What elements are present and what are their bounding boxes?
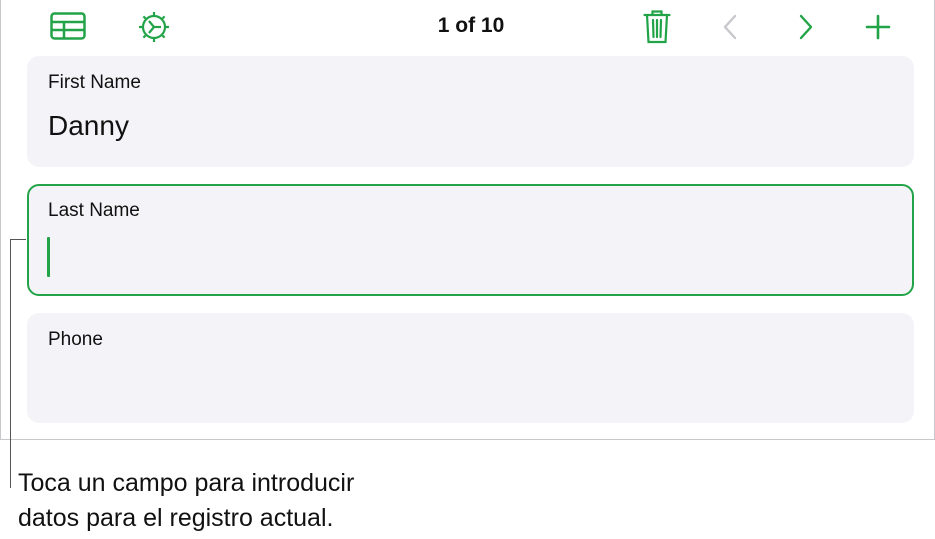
chevron-right-icon xyxy=(799,14,813,40)
previous-record-button[interactable] xyxy=(717,12,743,42)
plus-icon xyxy=(865,14,891,40)
toolbar: 1 of 10 xyxy=(1,0,935,54)
field-label: Phone xyxy=(48,329,103,350)
organize-button[interactable] xyxy=(135,8,173,46)
table-icon xyxy=(50,12,86,40)
callout-line-2: datos para el registro actual. xyxy=(18,504,334,532)
callout-line-1: Toca un campo para introducir xyxy=(18,469,355,497)
first-name-field[interactable]: First Name Danny xyxy=(27,56,914,167)
phone-field[interactable]: Phone xyxy=(27,313,914,423)
callout-leader-vertical xyxy=(10,240,11,488)
table-view-button[interactable] xyxy=(49,10,87,42)
text-cursor xyxy=(47,237,50,277)
trash-icon xyxy=(643,10,671,44)
next-record-button[interactable] xyxy=(793,12,819,42)
chevron-left-icon xyxy=(723,14,737,40)
gear-clock-icon xyxy=(139,12,169,42)
field-value: Danny xyxy=(48,110,129,141)
form-screen: 1 of 10 First Name Danny Last Name Phone xyxy=(0,0,935,440)
field-label: Last Name xyxy=(48,200,140,221)
callout-leader-horizontal xyxy=(10,239,26,240)
last-name-field[interactable]: Last Name xyxy=(27,184,914,296)
delete-record-button[interactable] xyxy=(641,8,673,46)
field-label: First Name xyxy=(48,72,141,93)
record-counter: 1 of 10 xyxy=(437,14,505,37)
callout-text: Toca un campo para introducir datos para… xyxy=(18,466,498,536)
add-record-button[interactable] xyxy=(863,12,893,42)
